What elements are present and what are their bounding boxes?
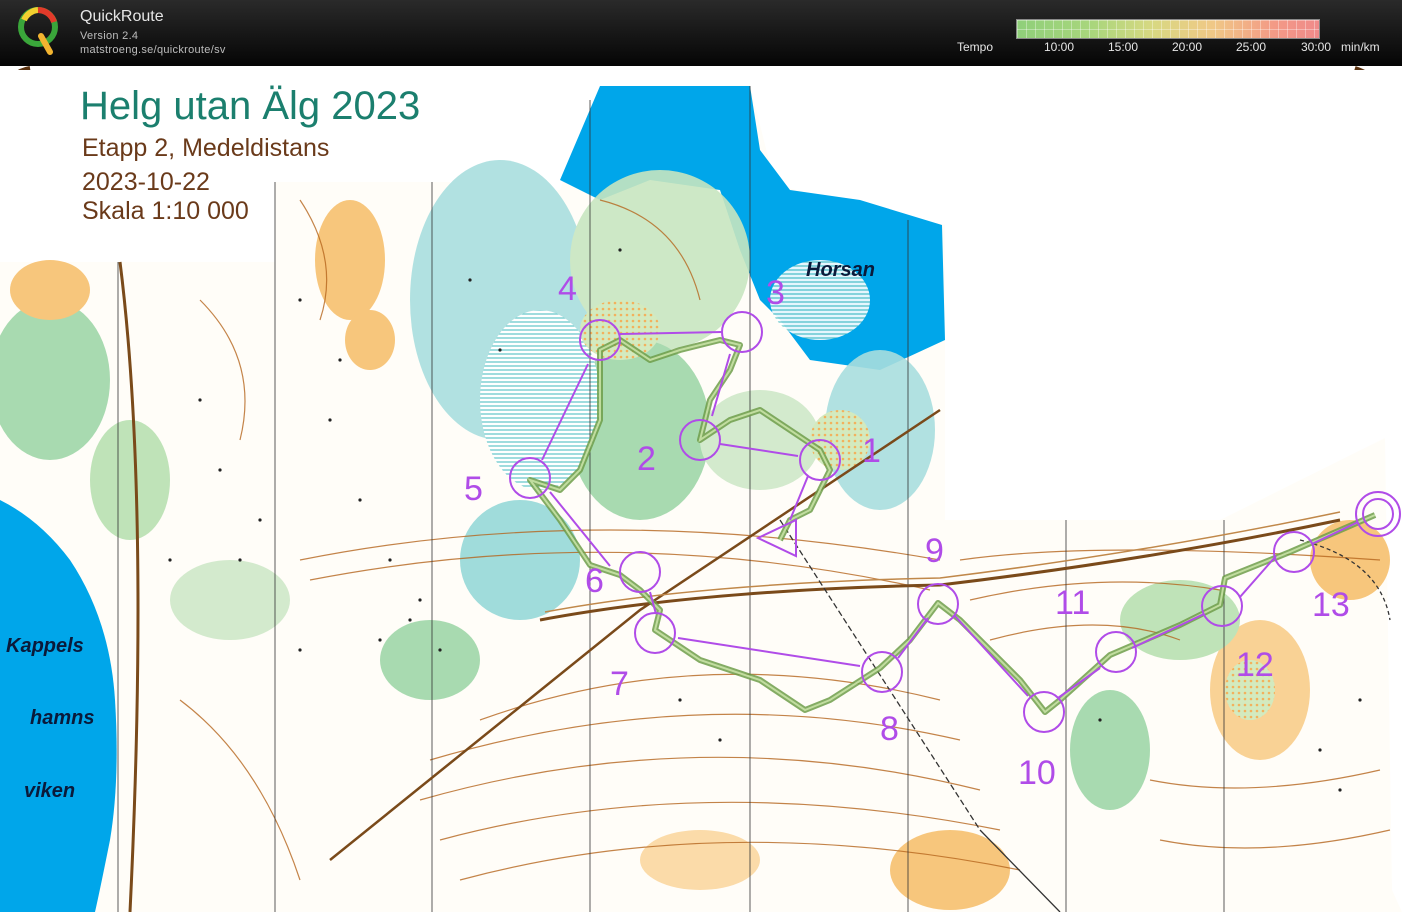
tempo-tick: 30:00 bbox=[1301, 40, 1332, 54]
place-name: viken bbox=[24, 780, 75, 802]
app-url[interactable]: matstroeng.se/quickroute/sv bbox=[80, 44, 226, 56]
control-number: 6 bbox=[585, 562, 604, 600]
map-stage: Etapp 2, Medeldistans bbox=[82, 134, 330, 162]
header-bar: QuickRoute Version 2.4 matstroeng.se/qui… bbox=[0, 0, 1402, 66]
control-number: 10 bbox=[1018, 754, 1056, 792]
control-number: 4 bbox=[558, 270, 577, 308]
place-name: Kappels bbox=[6, 635, 84, 657]
control-number: 3 bbox=[766, 274, 785, 312]
control-number: 12 bbox=[1236, 646, 1274, 684]
app-version: Version 2.4 bbox=[80, 30, 139, 42]
control-number: 1 bbox=[862, 432, 881, 470]
map-title: Helg utan Älg 2023 bbox=[80, 84, 421, 128]
tempo-label: Tempo bbox=[957, 40, 994, 54]
control-number: 11 bbox=[1055, 584, 1090, 622]
control-number: 5 bbox=[464, 470, 483, 508]
tempo-tick: 10:00 bbox=[1044, 40, 1075, 54]
map-canvas[interactable]: 1 2 3 4 5 6 7 8 9 10 11 12 13 Horsan Kap… bbox=[0, 66, 1402, 912]
orienteering-map[interactable]: 1 2 3 4 5 6 7 8 9 10 11 12 13 Horsan Kap… bbox=[0, 66, 1402, 912]
control-number: 8 bbox=[880, 710, 899, 748]
app-name: QuickRoute bbox=[80, 8, 164, 25]
map-scale: Skala 1:10 000 bbox=[82, 197, 249, 225]
tempo-unit: min/km bbox=[1341, 40, 1380, 54]
control-number: 2 bbox=[637, 440, 656, 478]
place-name: hamns bbox=[30, 707, 94, 729]
tempo-tick: 20:00 bbox=[1172, 40, 1203, 54]
tempo-color-scale bbox=[1016, 19, 1320, 39]
control-number: 9 bbox=[925, 532, 944, 570]
quickroute-logo-icon bbox=[18, 7, 58, 55]
place-name: Horsan bbox=[806, 259, 875, 281]
tempo-tick: 15:00 bbox=[1108, 40, 1139, 54]
control-number: 13 bbox=[1312, 586, 1350, 624]
tempo-tick: 25:00 bbox=[1236, 40, 1267, 54]
control-number: 7 bbox=[610, 665, 629, 703]
map-date: 2023-10-22 bbox=[82, 168, 210, 196]
